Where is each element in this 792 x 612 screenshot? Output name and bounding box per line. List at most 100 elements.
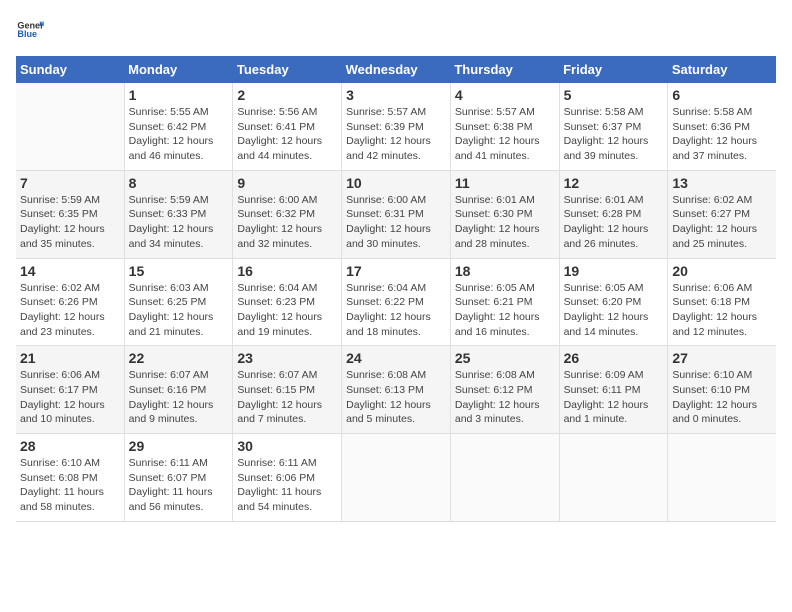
calendar-cell: 5Sunrise: 5:58 AMSunset: 6:37 PMDaylight… bbox=[559, 83, 668, 170]
day-number: 14 bbox=[20, 263, 120, 279]
day-number: 17 bbox=[346, 263, 446, 279]
calendar-cell: 15 Sunrise: 6:03 AMSunset: 6:25 PMDayligh… bbox=[124, 258, 233, 346]
day-number: 23 bbox=[237, 350, 337, 366]
day-info: Sunrise: 6:10 AMSunset: 6:08 PMDaylight:… bbox=[20, 456, 120, 515]
calendar-cell: 29 Sunrise: 6:11 AMSunset: 6:07 PMDayligh… bbox=[124, 434, 233, 522]
day-number: 7 bbox=[20, 175, 120, 191]
day-info: Sunrise: 6:01 AMSunset: 6:28 PMDaylight:… bbox=[564, 193, 664, 252]
day-number: 6 bbox=[672, 87, 772, 103]
day-number: 13 bbox=[672, 175, 772, 191]
calendar-cell: 25Sunrise: 6:08 AMSunset: 6:12 PMDayligh… bbox=[450, 346, 559, 434]
day-info: Sunrise: 6:02 AMSunset: 6:26 PMDaylight:… bbox=[20, 281, 120, 340]
day-number: 15 bbox=[129, 263, 229, 279]
calendar-week-row: 7Sunrise: 5:59 AMSunset: 6:35 PMDaylight… bbox=[16, 170, 776, 258]
calendar-cell bbox=[668, 434, 776, 522]
day-number: 1 bbox=[129, 87, 229, 103]
calendar-week-row: 28 Sunrise: 6:10 AMSunset: 6:08 PMDayligh… bbox=[16, 434, 776, 522]
day-number: 12 bbox=[564, 175, 664, 191]
calendar-cell: 11 Sunrise: 6:01 AMSunset: 6:30 PMDayligh… bbox=[450, 170, 559, 258]
day-number: 21 bbox=[20, 350, 120, 366]
weekday-header-tuesday: Tuesday bbox=[233, 56, 342, 83]
calendar-cell bbox=[559, 434, 668, 522]
day-number: 11 bbox=[455, 175, 555, 191]
day-info: Sunrise: 6:02 AMSunset: 6:27 PMDaylight:… bbox=[672, 193, 772, 252]
day-info: Sunrise: 6:05 AMSunset: 6:21 PMDaylight:… bbox=[455, 281, 555, 340]
calendar-cell bbox=[450, 434, 559, 522]
calendar-cell: 18 Sunrise: 6:05 AMSunset: 6:21 PMDayligh… bbox=[450, 258, 559, 346]
calendar-cell: 3 Sunrise: 5:57 AMSunset: 6:39 PMDaylight… bbox=[342, 83, 451, 170]
weekday-header-monday: Monday bbox=[124, 56, 233, 83]
weekday-header-wednesday: Wednesday bbox=[342, 56, 451, 83]
day-info: Sunrise: 6:00 AMSunset: 6:32 PMDaylight:… bbox=[237, 193, 337, 252]
calendar-cell: 24Sunrise: 6:08 AMSunset: 6:13 PMDayligh… bbox=[342, 346, 451, 434]
day-info: Sunrise: 6:09 AMSunset: 6:11 PMDaylight:… bbox=[564, 368, 664, 427]
day-info: Sunrise: 5:55 AMSunset: 6:42 PMDaylight:… bbox=[129, 105, 229, 164]
calendar-cell: 21 Sunrise: 6:06 AMSunset: 6:17 PMDayligh… bbox=[16, 346, 124, 434]
day-number: 25 bbox=[455, 350, 555, 366]
calendar-cell bbox=[16, 83, 124, 170]
calendar-cell: 27 Sunrise: 6:10 AMSunset: 6:10 PMDayligh… bbox=[668, 346, 776, 434]
calendar-cell: 30 Sunrise: 6:11 AMSunset: 6:06 PMDayligh… bbox=[233, 434, 342, 522]
calendar-body: 1 Sunrise: 5:55 AMSunset: 6:42 PMDaylight… bbox=[16, 83, 776, 521]
day-info: Sunrise: 5:57 AMSunset: 6:39 PMDaylight:… bbox=[346, 105, 446, 164]
logo: General Blue bbox=[16, 16, 44, 44]
calendar-cell: 4Sunrise: 5:57 AMSunset: 6:38 PMDaylight… bbox=[450, 83, 559, 170]
day-info: Sunrise: 6:00 AMSunset: 6:31 PMDaylight:… bbox=[346, 193, 446, 252]
calendar-cell: 19 Sunrise: 6:05 AMSunset: 6:20 PMDayligh… bbox=[559, 258, 668, 346]
day-number: 26 bbox=[564, 350, 664, 366]
calendar-cell: 7Sunrise: 5:59 AMSunset: 6:35 PMDaylight… bbox=[16, 170, 124, 258]
calendar-cell: 16 Sunrise: 6:04 AMSunset: 6:23 PMDayligh… bbox=[233, 258, 342, 346]
logo-icon: General Blue bbox=[16, 16, 44, 44]
day-info: Sunrise: 6:05 AMSunset: 6:20 PMDaylight:… bbox=[564, 281, 664, 340]
day-number: 10 bbox=[346, 175, 446, 191]
calendar-cell: 22Sunrise: 6:07 AMSunset: 6:16 PMDayligh… bbox=[124, 346, 233, 434]
calendar-cell: 17Sunrise: 6:04 AMSunset: 6:22 PMDayligh… bbox=[342, 258, 451, 346]
header: General Blue bbox=[16, 16, 776, 44]
day-number: 27 bbox=[672, 350, 772, 366]
calendar-cell: 28 Sunrise: 6:10 AMSunset: 6:08 PMDayligh… bbox=[16, 434, 124, 522]
weekday-header-sunday: Sunday bbox=[16, 56, 124, 83]
calendar-cell: 12 Sunrise: 6:01 AMSunset: 6:28 PMDayligh… bbox=[559, 170, 668, 258]
calendar-cell: 6 Sunrise: 5:58 AMSunset: 6:36 PMDaylight… bbox=[668, 83, 776, 170]
day-number: 9 bbox=[237, 175, 337, 191]
day-number: 19 bbox=[564, 263, 664, 279]
day-number: 16 bbox=[237, 263, 337, 279]
calendar-cell: 2 Sunrise: 5:56 AMSunset: 6:41 PMDaylight… bbox=[233, 83, 342, 170]
day-number: 30 bbox=[237, 438, 337, 454]
weekday-header-saturday: Saturday bbox=[668, 56, 776, 83]
day-number: 2 bbox=[237, 87, 337, 103]
day-info: Sunrise: 6:06 AMSunset: 6:17 PMDaylight:… bbox=[20, 368, 120, 427]
day-number: 18 bbox=[455, 263, 555, 279]
day-info: Sunrise: 5:58 AMSunset: 6:36 PMDaylight:… bbox=[672, 105, 772, 164]
day-number: 8 bbox=[129, 175, 229, 191]
calendar-cell: 10 Sunrise: 6:00 AMSunset: 6:31 PMDayligh… bbox=[342, 170, 451, 258]
day-number: 29 bbox=[129, 438, 229, 454]
calendar-table: SundayMondayTuesdayWednesdayThursdayFrid… bbox=[16, 56, 776, 522]
weekday-header-thursday: Thursday bbox=[450, 56, 559, 83]
day-info: Sunrise: 6:03 AMSunset: 6:25 PMDaylight:… bbox=[129, 281, 229, 340]
day-info: Sunrise: 5:56 AMSunset: 6:41 PMDaylight:… bbox=[237, 105, 337, 164]
day-info: Sunrise: 6:11 AMSunset: 6:06 PMDaylight:… bbox=[237, 456, 337, 515]
day-info: Sunrise: 6:07 AMSunset: 6:16 PMDaylight:… bbox=[129, 368, 229, 427]
calendar-cell: 23 Sunrise: 6:07 AMSunset: 6:15 PMDayligh… bbox=[233, 346, 342, 434]
day-number: 3 bbox=[346, 87, 446, 103]
day-number: 28 bbox=[20, 438, 120, 454]
day-info: Sunrise: 5:58 AMSunset: 6:37 PMDaylight:… bbox=[564, 105, 664, 164]
day-info: Sunrise: 6:07 AMSunset: 6:15 PMDaylight:… bbox=[237, 368, 337, 427]
calendar-week-row: 21 Sunrise: 6:06 AMSunset: 6:17 PMDayligh… bbox=[16, 346, 776, 434]
day-number: 24 bbox=[346, 350, 446, 366]
calendar-cell: 13 Sunrise: 6:02 AMSunset: 6:27 PMDayligh… bbox=[668, 170, 776, 258]
calendar-cell: 9 Sunrise: 6:00 AMSunset: 6:32 PMDaylight… bbox=[233, 170, 342, 258]
day-info: Sunrise: 6:10 AMSunset: 6:10 PMDaylight:… bbox=[672, 368, 772, 427]
day-info: Sunrise: 6:04 AMSunset: 6:23 PMDaylight:… bbox=[237, 281, 337, 340]
weekday-header-friday: Friday bbox=[559, 56, 668, 83]
day-info: Sunrise: 6:11 AMSunset: 6:07 PMDaylight:… bbox=[129, 456, 229, 515]
day-info: Sunrise: 6:06 AMSunset: 6:18 PMDaylight:… bbox=[672, 281, 772, 340]
svg-text:Blue: Blue bbox=[17, 29, 37, 39]
day-number: 20 bbox=[672, 263, 772, 279]
calendar-cell bbox=[342, 434, 451, 522]
calendar-week-row: 14 Sunrise: 6:02 AMSunset: 6:26 PMDayligh… bbox=[16, 258, 776, 346]
day-info: Sunrise: 6:01 AMSunset: 6:30 PMDaylight:… bbox=[455, 193, 555, 252]
calendar-cell: 8Sunrise: 5:59 AMSunset: 6:33 PMDaylight… bbox=[124, 170, 233, 258]
calendar-cell: 20 Sunrise: 6:06 AMSunset: 6:18 PMDayligh… bbox=[668, 258, 776, 346]
